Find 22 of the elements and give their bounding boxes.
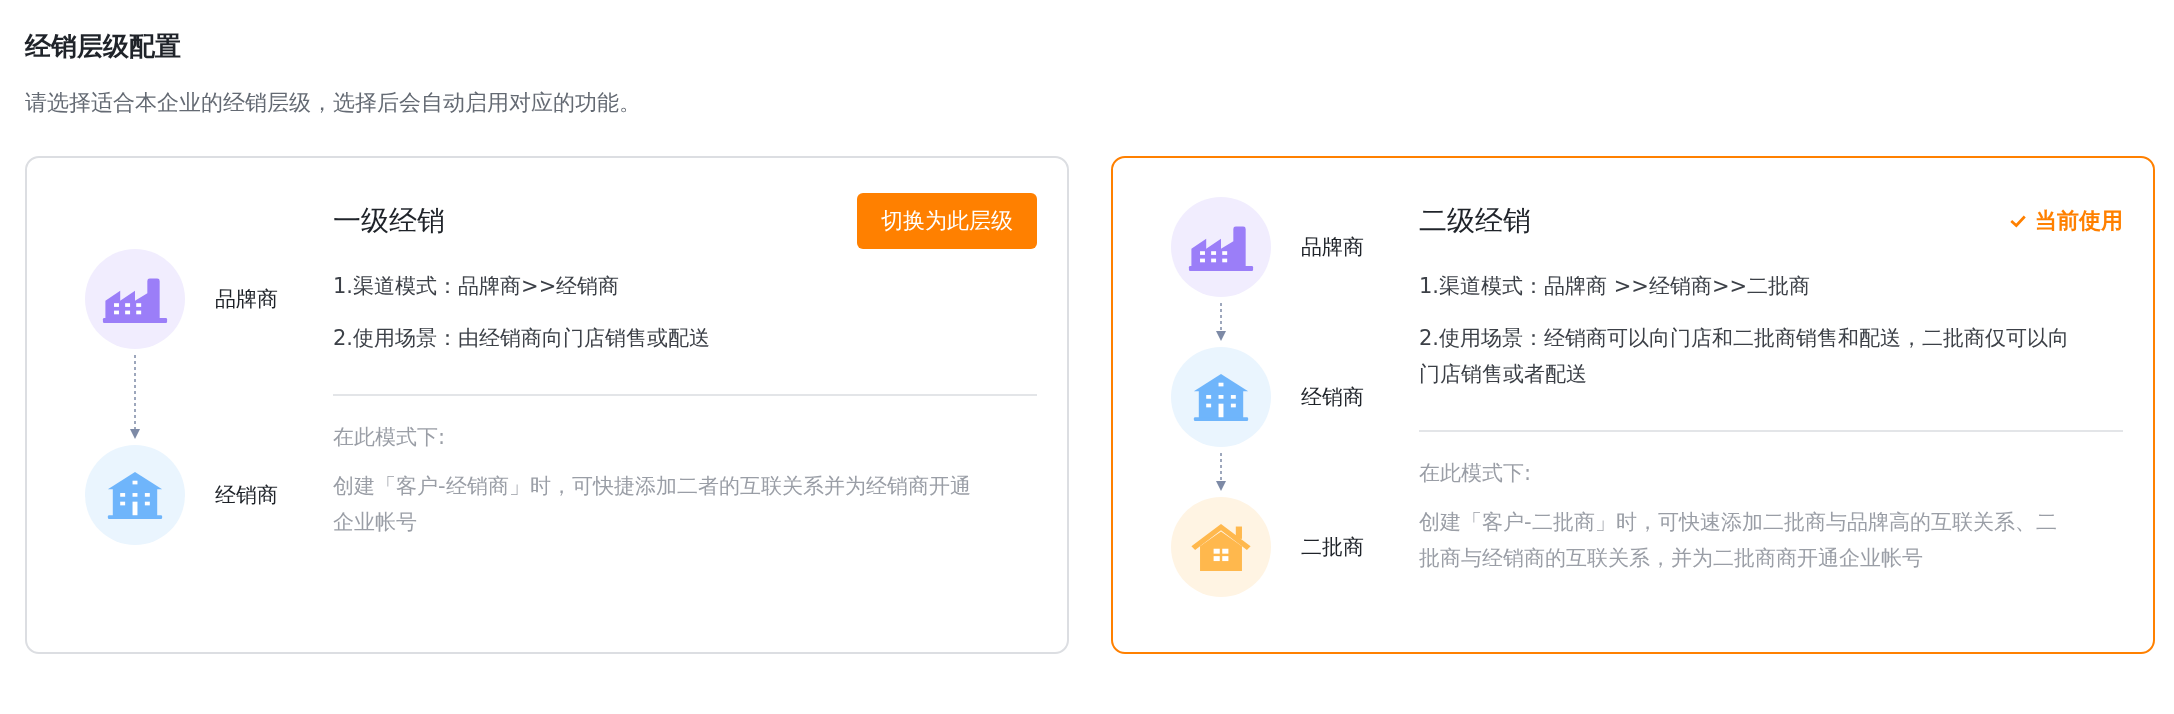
feature-text: 2.使用场景：由经销商向门店销售或配送	[333, 325, 712, 352]
current-label: 当前使用	[2035, 207, 2123, 235]
level-title: 二级经销	[1419, 203, 1531, 239]
page-title: 经销层级配置	[25, 30, 182, 63]
note-text: 创建「客户-二批商」时，可快速添加二批商与品牌高的互联关系、二批商与经销商的互联关系，并为二批商商开通企业帐号	[1419, 509, 2058, 572]
arrow-connector	[1215, 303, 1227, 341]
feature-text: 1.渠道模式：品牌商 >>经销商>>二批商	[1419, 273, 1812, 300]
node-label: 经销商	[215, 482, 278, 509]
node-label: 二批商	[1301, 534, 1364, 561]
note-title: 在此模式下:	[1419, 460, 1533, 487]
note-title: 在此模式下:	[333, 424, 447, 451]
node-label: 品牌商	[1301, 234, 1364, 261]
level-card[interactable]: 品牌商 经销商 一级经销 切换为此层级 1.渠道模式：品牌商>>经销商 2.使用场景：由经销商向门店销售或配送 在此模式下: 创建「客户-经销商」时，可快捷添加二者的互联关系并为经销商开通企业帐号	[25, 156, 1069, 654]
arrow-connector	[1215, 453, 1227, 491]
note-text: 创建「客户-经销商」时，可快捷添加二者的互联关系并为经销商开通企业帐号	[333, 473, 972, 536]
level-title: 一级经销	[333, 203, 445, 239]
node-label: 品牌商	[215, 286, 278, 313]
feature-text: 1.渠道模式：品牌商>>经销商	[333, 273, 621, 300]
page-description: 请选择适合本企业的经销层级，选择后会自动启用对应的功能。	[25, 89, 642, 117]
node-label: 经销商	[1301, 384, 1364, 411]
level-card[interactable]: 品牌商 经销商 二批商 二级经销 当前使用 1.渠道模式：品牌商 >>经销商>>二批商 2.使用场景：经销商可以向门店和二批商销售和配送，二批商仅可以向门店销售或者配送 在此模式下: 创建「客户-二批商」时，可快速添加二批商与品牌高的互联关系、二批商与经销商的互联关系，并为二批商商开通企业帐号	[1111, 156, 2155, 654]
feature-text: 2.使用场景：经销商可以向门店和二批商销售和配送，二批商仅可以向门店销售或者配送	[1419, 325, 2071, 388]
